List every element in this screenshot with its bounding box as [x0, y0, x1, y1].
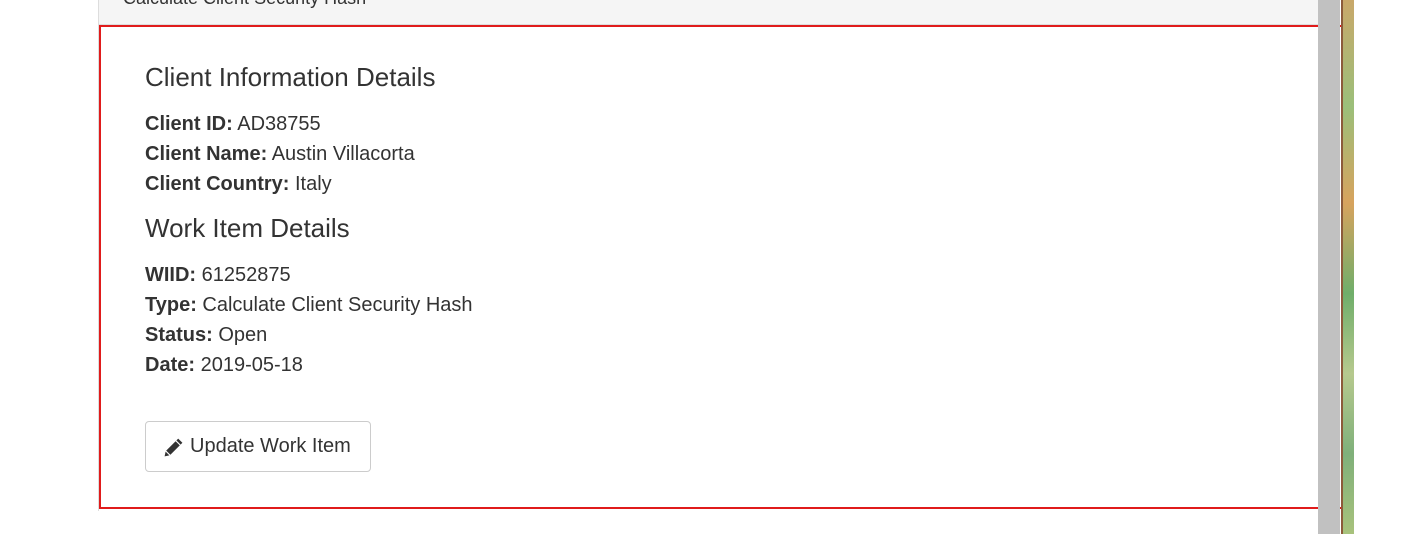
client-id-label: Client ID: — [145, 113, 233, 135]
type-label: Type: — [145, 294, 197, 316]
client-country-label: Client Country: — [145, 173, 290, 195]
client-name-value: Austin Villacorta — [271, 143, 415, 165]
type-value: Calculate Client Security Hash — [202, 294, 473, 316]
wiid-value: 61252875 — [201, 264, 291, 286]
wiid-label: WIID: — [145, 264, 197, 286]
work-item-section-title: Work Item Details — [145, 213, 350, 243]
update-work-item-label: Update Work Item — [190, 435, 351, 457]
type-row: Type: Calculate Client Security Hash — [145, 290, 473, 320]
client-name-label: Client Name: — [145, 143, 268, 165]
wiid-row: WIID: 61252875 — [145, 260, 473, 290]
client-id-row: Client ID: AD38755 — [145, 109, 473, 139]
date-row: Date: 2019-05-18 — [145, 350, 473, 380]
pencil-icon — [164, 437, 184, 457]
update-work-item-button[interactable]: Update Work Item — [145, 421, 371, 472]
scrollbar-thumb[interactable] — [1318, 0, 1340, 534]
status-label: Status: — [145, 324, 213, 346]
panel-body: Client Information Details Client ID: AD… — [145, 60, 473, 392]
client-name-row: Client Name: Austin Villacorta — [145, 139, 473, 169]
work-item-details: WIID: 61252875 Type: Calculate Client Se… — [145, 260, 473, 380]
client-country-value: Italy — [295, 173, 332, 195]
client-section-title: Client Information Details — [145, 62, 436, 92]
client-details: Client ID: AD38755 Client Name: Austin V… — [145, 109, 473, 199]
status-row: Status: Open — [145, 320, 473, 350]
client-country-row: Client Country: Italy — [145, 169, 473, 199]
date-value: 2019-05-18 — [200, 354, 303, 376]
panel-heading-title: Calculate Client Security Hash — [123, 0, 366, 9]
date-label: Date: — [145, 354, 196, 376]
page: Calculate Client Security Hash Client In… — [0, 0, 1405, 534]
panel-heading: Calculate Client Security Hash — [99, 0, 1319, 25]
client-id-value: AD38755 — [237, 113, 321, 135]
background-image-edge — [1341, 0, 1343, 534]
status-value: Open — [218, 324, 268, 346]
